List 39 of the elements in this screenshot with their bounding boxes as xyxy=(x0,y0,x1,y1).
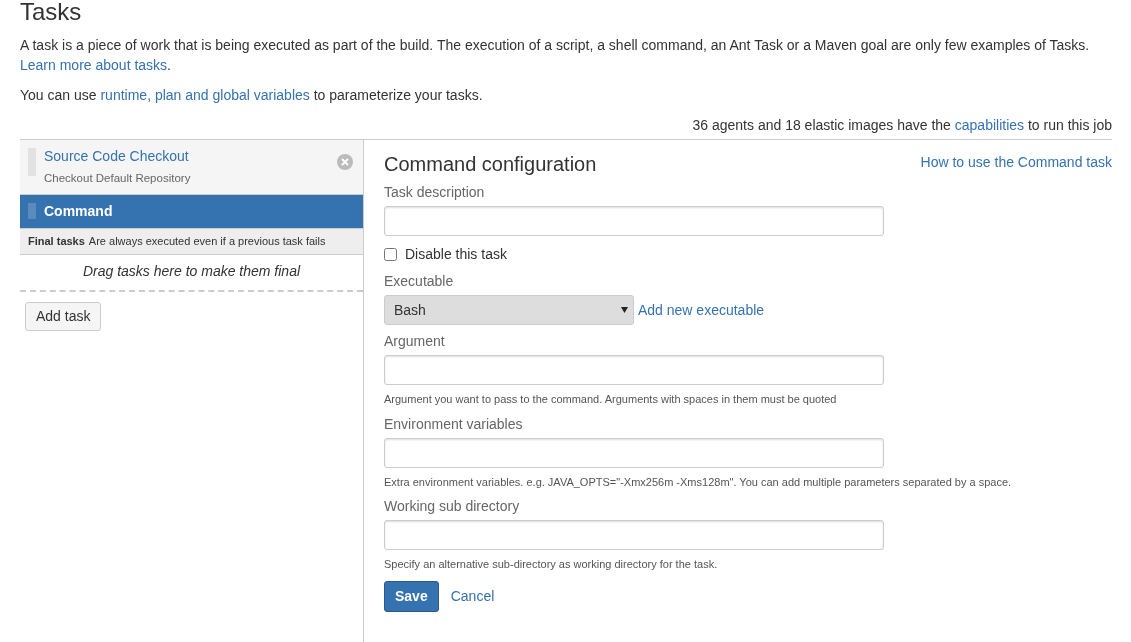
input-field[interactable] xyxy=(384,437,884,468)
drag-handle-icon[interactable] xyxy=(28,203,36,219)
checkbox-label: Disable this task xyxy=(405,245,507,264)
checkbox[interactable] xyxy=(384,248,397,261)
task-link[interactable]: Source Code Checkout xyxy=(44,148,189,164)
help-text: Extra environment variables. e.g. JAVA_OPTS="-Xmx256m -Xms128m". You can add multiple parameters separated by a space. xyxy=(384,474,1013,490)
text-link[interactable]: runtime, plan and global variables xyxy=(100,87,310,103)
drop-zone: Drag tasks here to make them final xyxy=(20,254,363,292)
input-field[interactable] xyxy=(384,206,884,236)
page-title: Tasks xyxy=(20,0,83,24)
intro-text: A task is a piece of work that is being executed as part of the build. The execution of a script, a shell command, an Ant Task or a Maven goal are only few examples of Tasks. Learn more about tasks. xyxy=(20,36,1091,75)
input-field[interactable] xyxy=(384,355,884,385)
agents-text: 36 agents and 18 elastic images have the capabilities to run this job xyxy=(691,116,1112,135)
add-task-button[interactable]: Add task xyxy=(25,301,102,331)
task-item[interactable]: Command xyxy=(20,195,363,229)
save-button[interactable]: Save xyxy=(384,580,439,612)
field-label: Executable xyxy=(384,272,455,291)
config-title: Command configuration xyxy=(384,152,597,176)
field-label: Argument xyxy=(384,332,446,351)
select-value: Bash xyxy=(394,300,426,320)
input-field[interactable] xyxy=(384,520,884,550)
help-text: Argument you want to pass to the command. Arguments with spaces in them must be quoted xyxy=(384,392,838,407)
task-item[interactable]: Source Code Checkout Checkout Default Repository xyxy=(20,140,363,195)
text-link[interactable]: capabilities xyxy=(954,117,1025,133)
help-text: Specify an alternative sub-directory as working directory for the task. xyxy=(384,557,719,572)
field-label: Environment variables xyxy=(384,414,524,434)
field-label: Task description xyxy=(384,183,486,202)
field-label: Working sub directory xyxy=(384,497,521,516)
cancel-link[interactable]: Cancel xyxy=(450,585,495,607)
select-field[interactable]: Bash xyxy=(384,295,634,325)
task-description: Checkout Default Repository xyxy=(44,172,191,184)
caret-icon xyxy=(621,307,628,313)
add-link[interactable]: Add new executable xyxy=(638,299,765,321)
task-name: Command xyxy=(44,203,113,219)
final-tasks-label: Final tasks xyxy=(28,235,85,247)
remove-icon[interactable] xyxy=(337,154,353,170)
help-link[interactable]: How to use the Command task xyxy=(920,152,1112,173)
final-tasks-note: Are always executed even if a previous task fails xyxy=(88,235,326,247)
variables-text: You can use runtime, plan and global variables to parameterize your tasks. xyxy=(20,86,484,105)
